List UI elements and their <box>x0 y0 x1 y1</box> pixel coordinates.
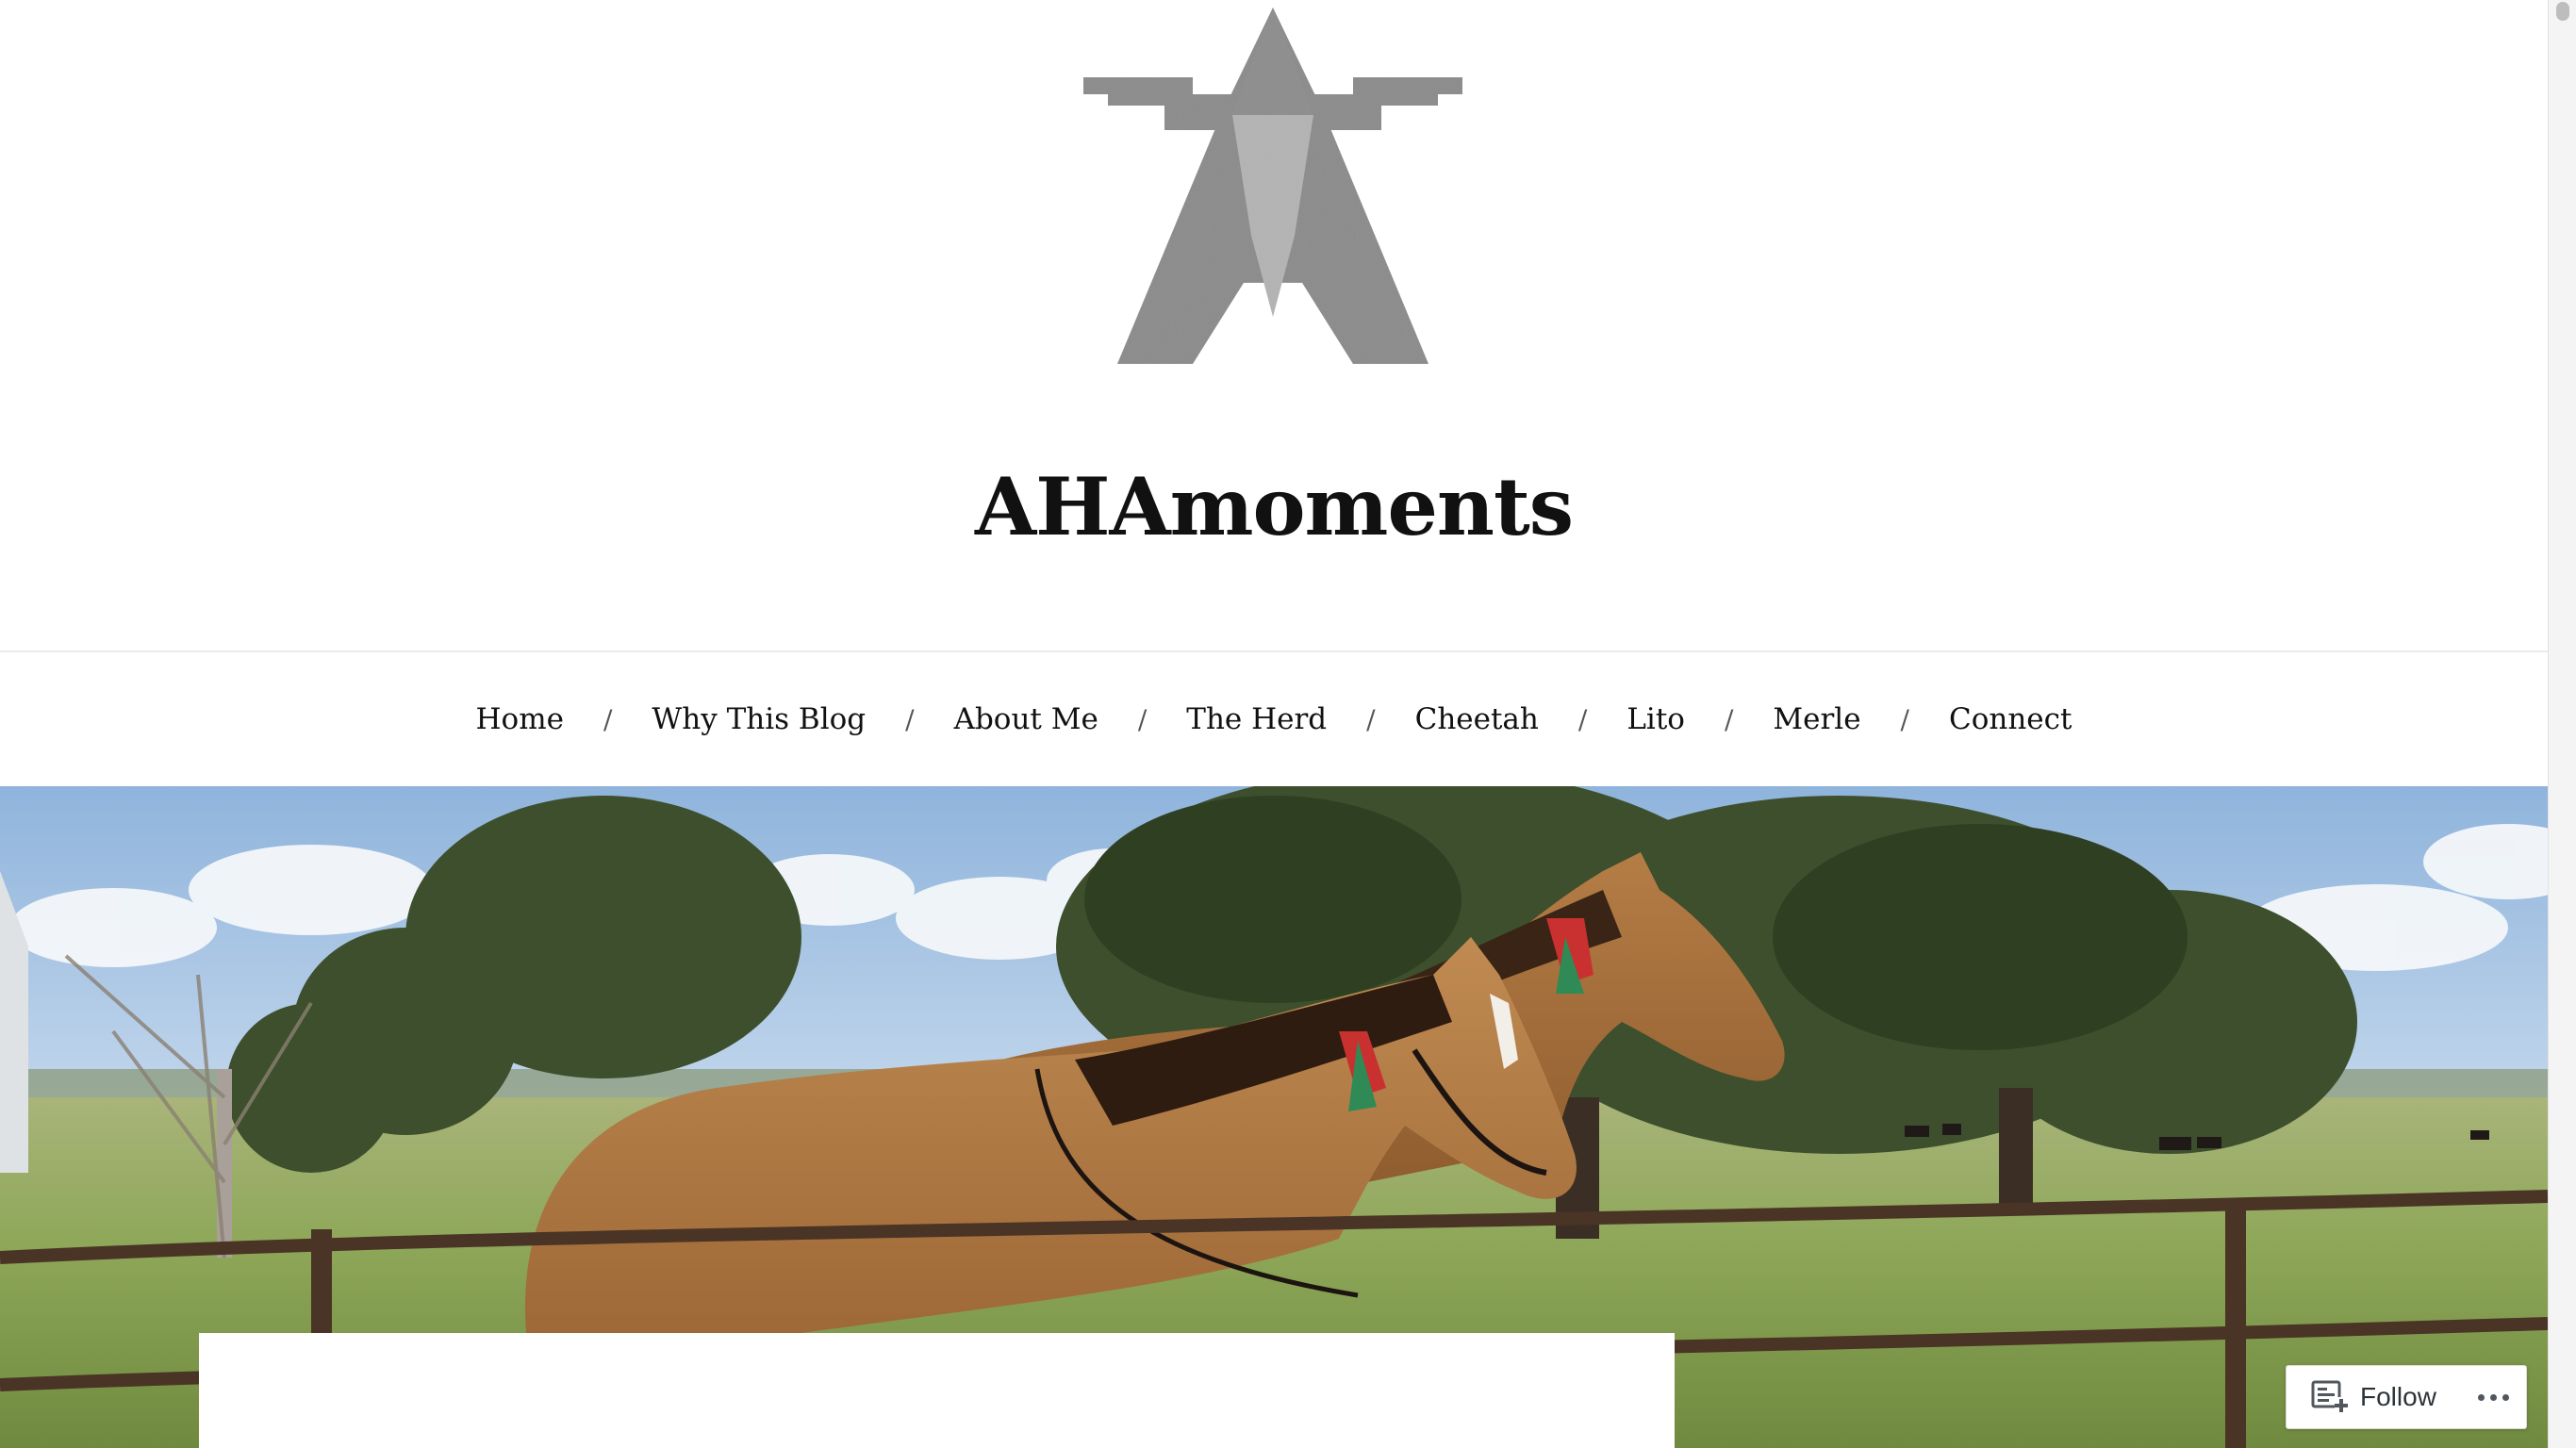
page: AHAmoments Home / Why This Blog / About … <box>0 0 2548 1448</box>
site-logo[interactable] <box>1070 0 1476 377</box>
scrollbar-thumb[interactable] <box>2556 2 2569 21</box>
aha-logo-icon <box>1083 8 1462 364</box>
vertical-scrollbar[interactable] <box>2548 0 2576 1448</box>
nav-item-cheetah[interactable]: Cheetah <box>1410 702 1544 736</box>
reader-follow-icon <box>2311 1380 2348 1412</box>
nav-separator: / <box>1577 703 1588 735</box>
nav-item-why-this-blog[interactable]: Why This Blog <box>646 702 871 736</box>
nav-separator: / <box>603 703 613 735</box>
nav-separator: / <box>1724 703 1734 735</box>
nav-separator: / <box>1137 703 1148 735</box>
nav-item-merle[interactable]: Merle <box>1767 702 1866 736</box>
nav-separator: / <box>1900 703 1909 735</box>
site-title[interactable]: AHAmoments <box>0 460 2548 555</box>
nav-item-lito[interactable]: Lito <box>1621 702 1691 736</box>
nav-separator: / <box>905 703 915 735</box>
main-navigation: Home / Why This Blog / About Me / The He… <box>0 652 2548 786</box>
nav-item-connect[interactable]: Connect <box>1943 702 2077 736</box>
follow-label: Follow <box>2360 1382 2436 1411</box>
follow-action-bar: Follow <box>2286 1365 2527 1429</box>
nav-separator: / <box>1366 703 1376 735</box>
content-card <box>199 1333 1675 1448</box>
nav-item-the-herd[interactable]: The Herd <box>1181 702 1332 736</box>
nav-item-home[interactable]: Home <box>471 702 570 736</box>
nav-item-about-me[interactable]: About Me <box>949 702 1104 736</box>
ellipsis-icon <box>2478 1393 2509 1401</box>
more-options-button[interactable] <box>2478 1393 2509 1401</box>
follow-button[interactable]: Follow <box>2287 1366 2436 1428</box>
